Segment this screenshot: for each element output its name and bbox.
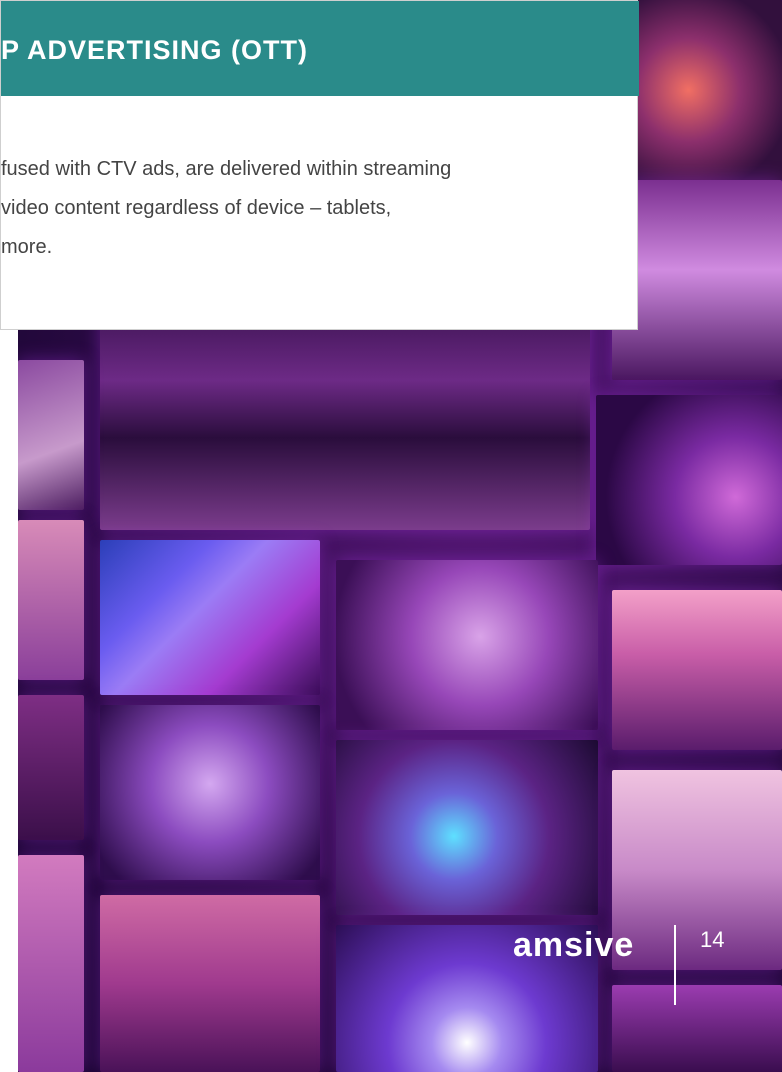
brand-logo: amsive <box>513 926 635 964</box>
image-panel-left-pink <box>18 855 84 1072</box>
image-panel-businesswoman <box>612 770 782 970</box>
image-panel-building <box>100 895 320 1072</box>
card-body-line: video content regardless of device – tab… <box>1 197 392 219</box>
image-panel-city-network <box>100 300 590 530</box>
image-panel-vr-headset <box>100 705 320 880</box>
ott-info-card: P ADVERTISING (OTT) fused with CTV ads, … <box>0 0 639 330</box>
card-body-line: more. <box>1 236 53 258</box>
image-panel-left-sunset <box>18 520 84 680</box>
card-body: fused with CTV ads, are delivered within… <box>1 150 631 267</box>
image-panel-person-back <box>18 360 84 510</box>
card-header-bar: P ADVERTISING (OTT) <box>1 1 639 96</box>
image-panel-dancer <box>612 985 782 1072</box>
image-panel-runner-map <box>612 590 782 750</box>
card-body-line: fused with CTV ads, are delivered within… <box>1 158 452 180</box>
card-title: P ADVERTISING (OTT) <box>1 35 309 65</box>
image-panel-tech-top <box>626 0 782 180</box>
image-panel-starburst <box>100 540 320 695</box>
image-panel-woman-touch <box>336 560 598 730</box>
image-panel-earth <box>596 395 782 565</box>
image-panel-left-dark <box>18 695 84 840</box>
page-number: 14 <box>700 927 725 952</box>
image-panel-wifi-hand <box>336 740 598 915</box>
footer-divider <box>674 925 676 1005</box>
